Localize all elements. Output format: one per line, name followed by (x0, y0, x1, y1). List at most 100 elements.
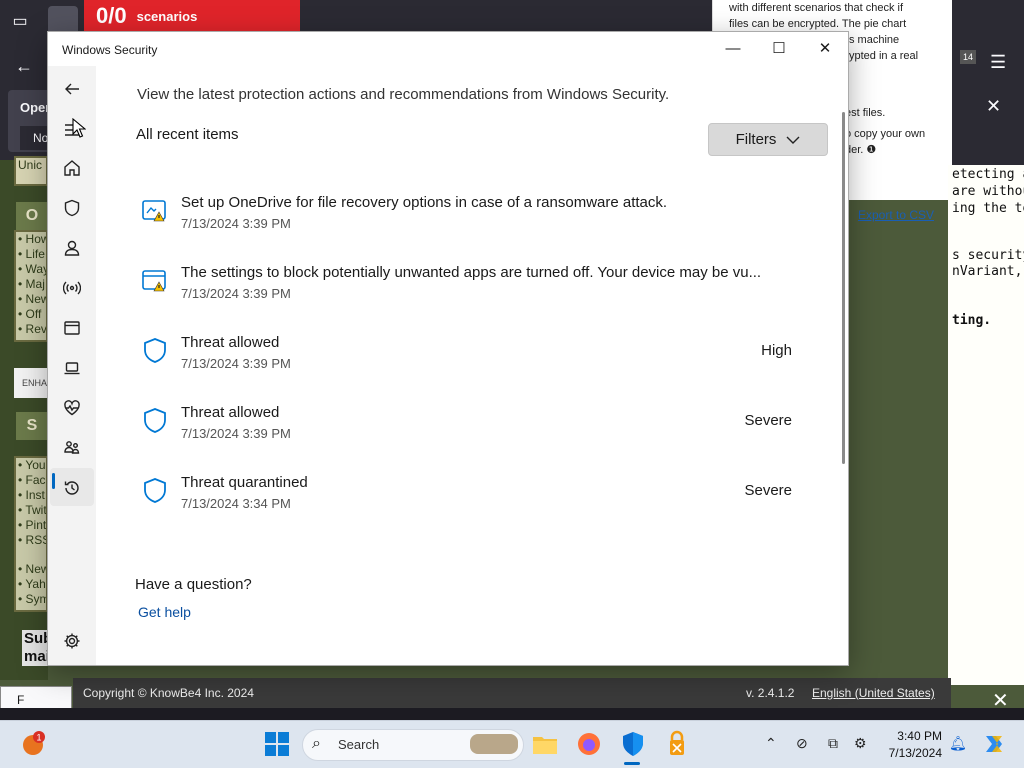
language-link[interactable]: English (United States) (812, 686, 935, 700)
device-security-icon[interactable] (58, 354, 86, 382)
site-link[interactable]: • Fac (18, 473, 46, 488)
site-search-field[interactable]: ENHA (14, 368, 48, 398)
site-link[interactable]: • Sym (18, 592, 46, 607)
export-csv-link[interactable]: Export to CSV (858, 208, 934, 222)
site-link[interactable]: • Maj (18, 277, 46, 292)
site-link[interactable]: • Yah (18, 577, 46, 592)
site-link[interactable]: • New (18, 292, 46, 307)
shield-icon (144, 478, 166, 503)
settings-tray-icon[interactable]: ⚙ (854, 735, 867, 752)
site-link[interactable]: • RSS (18, 533, 46, 548)
severity-label: Severe (744, 482, 792, 499)
copilot-icon[interactable] (980, 730, 1008, 758)
filters-button[interactable]: Filters (708, 123, 828, 156)
site-link[interactable]: • Way (18, 262, 46, 277)
article-line: o copy your own (845, 128, 926, 140)
back-arrow-icon[interactable] (58, 75, 86, 103)
item-title: Threat quarantined (181, 474, 308, 491)
browser-back-icon[interactable]: ← (10, 52, 38, 80)
nav-active-indicator (52, 473, 55, 489)
info-icon[interactable]: ❶ (866, 144, 876, 156)
site-link[interactable]: • Pint (18, 518, 46, 533)
site-link-list: • You • Fac • Inst • Twit • Pint • RSS •… (14, 456, 48, 612)
app-browser-control-icon[interactable] (58, 314, 86, 342)
site-link[interactable]: • You (18, 458, 46, 473)
settings-gear-icon[interactable] (58, 627, 86, 655)
chevron-up-icon[interactable]: ⌃ (765, 735, 777, 752)
extension-badge[interactable]: 14 (960, 50, 976, 64)
site-subscribe-text: Sub mai (22, 630, 48, 666)
help-question: Have a question? (135, 576, 252, 593)
severity-label: Severe (744, 412, 792, 429)
site-link[interactable]: • Rev (18, 322, 46, 337)
severity-label: High (761, 342, 792, 359)
panel-line: ing the tes (952, 201, 1024, 216)
item-title: Threat allowed (181, 404, 280, 421)
site-link[interactable]: • Twit (18, 503, 46, 518)
filters-label: Filters (735, 131, 777, 148)
protection-history-icon[interactable] (58, 474, 86, 502)
site-link[interactable]: • Inst (18, 488, 46, 503)
clock-time[interactable]: 3:40 PM (896, 729, 942, 743)
notification-app-icon[interactable]: 1 (20, 730, 48, 758)
history-item[interactable]: Set up OneDrive for file recovery option… (140, 194, 800, 248)
item-title: The settings to block potentially unwant… (181, 264, 762, 281)
maximize-button[interactable]: ☐ (756, 34, 802, 64)
device-health-icon[interactable] (58, 394, 86, 422)
vpn-app-icon[interactable] (663, 730, 691, 758)
site-link[interactable]: • Life (18, 247, 46, 262)
home-icon[interactable] (58, 154, 86, 182)
search-icon: ⌕ (312, 735, 321, 752)
clock-date[interactable]: 7/13/2024 (884, 746, 942, 760)
chevron-down-icon (786, 136, 800, 144)
family-options-icon[interactable] (58, 434, 86, 462)
browser-toolbar-right (952, 0, 1024, 165)
panel-line: s security (952, 248, 1024, 263)
search-highlight-image (470, 734, 518, 754)
panel-line: ting. (952, 313, 992, 328)
article-line: files can be encrypted. The pie chart (729, 18, 907, 30)
site-link[interactable]: • How (18, 232, 46, 247)
account-protection-icon[interactable] (58, 234, 86, 262)
tab-overview-icon[interactable]: ▭ (8, 10, 32, 34)
firewall-network-icon[interactable] (58, 274, 86, 302)
file-explorer-icon[interactable] (531, 730, 559, 758)
find-close-icon[interactable]: ✕ (992, 688, 1009, 713)
history-item[interactable]: Threat allowed 7/13/2024 3:39 PM High (140, 334, 800, 388)
active-app-indicator (624, 762, 640, 765)
panel-line: nVariant, I (952, 264, 1024, 279)
notification-bell-icon[interactable]: 🔔︎ (949, 735, 967, 752)
svg-text:1: 1 (36, 733, 41, 743)
menu-icon[interactable]: ☰ (990, 52, 1006, 73)
article-line: with different scenarios that check if (729, 2, 904, 14)
item-time: 7/13/2024 3:39 PM (181, 356, 291, 371)
item-time: 7/13/2024 3:39 PM (181, 216, 291, 231)
close-icon[interactable]: ✕ (986, 96, 1001, 117)
virus-protection-shield-icon[interactable] (58, 194, 86, 222)
search-placeholder: Search (338, 737, 380, 752)
site-section-title: S (16, 412, 48, 440)
get-help-link[interactable]: Get help (138, 604, 191, 620)
article-line: est files. (845, 107, 886, 119)
network-status-icon[interactable]: ⊘ (796, 735, 808, 752)
panel-line: are withou (952, 184, 1024, 199)
site-link[interactable]: • New (18, 562, 46, 577)
minimize-button[interactable]: — (710, 34, 756, 64)
display-icon[interactable]: ⧉ (828, 735, 838, 752)
scrollbar[interactable] (842, 112, 845, 464)
firefox-icon[interactable] (575, 730, 603, 758)
history-item[interactable]: Threat allowed 7/13/2024 3:39 PM Severe (140, 404, 800, 458)
browser-find-strip (0, 708, 1024, 720)
score-value: 0/0 (96, 3, 127, 28)
start-windows-icon[interactable] (263, 730, 291, 758)
history-item[interactable]: The settings to block potentially unwant… (140, 264, 800, 318)
shield-icon (144, 408, 166, 433)
windows-security-taskbar-icon[interactable] (619, 730, 647, 758)
site-link[interactable]: • Off (18, 307, 46, 322)
close-button[interactable]: ✕ (802, 34, 848, 64)
history-item[interactable]: Threat quarantined 7/13/2024 3:34 PM Sev… (140, 474, 800, 528)
copyright-text: Copyright © KnowBe4 Inc. 2024 (83, 686, 254, 700)
site-section-title: O (16, 202, 48, 230)
page-subtitle: View the latest protection actions and r… (137, 86, 670, 103)
item-title: Set up OneDrive for file recovery option… (181, 194, 668, 211)
